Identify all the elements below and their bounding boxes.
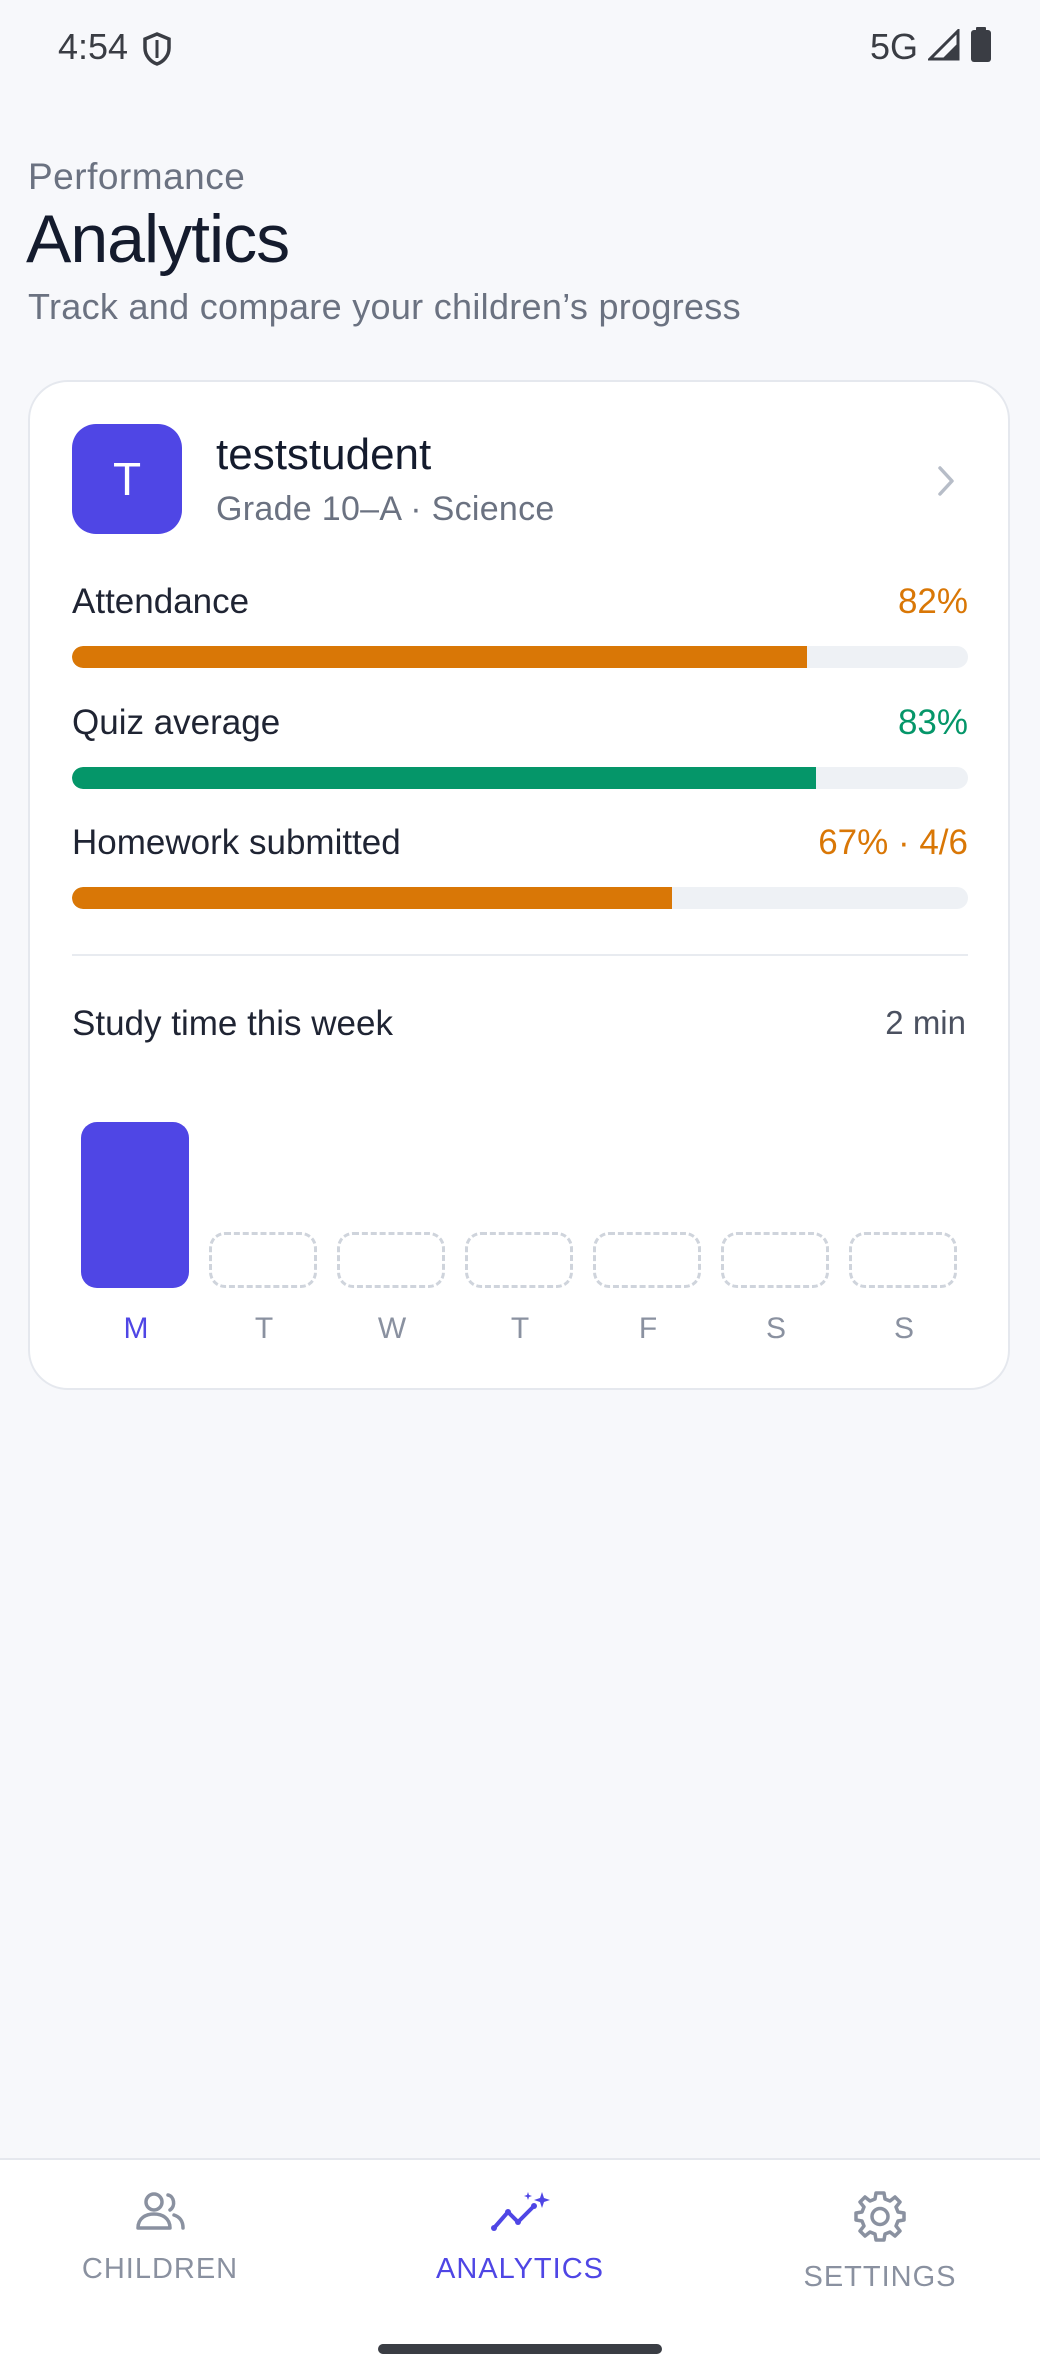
student-card[interactable]: T teststudent Grade 10–A · Science Atten… [28,380,1010,1390]
progress-track [72,646,968,668]
metric-label: Attendance [72,582,250,621]
bottom-nav: CHILDREN ANALYTICS SETTINGS [0,2158,1040,2360]
children-icon [30,2190,290,2239]
nav-analytics[interactable]: ANALYTICS [390,2190,650,2286]
metric-value: 83% [897,703,968,742]
status-time: 4:54 [58,26,129,67]
page-eyebrow: Performance [28,156,246,197]
metric-label: Homework submitted [72,823,401,862]
day-bar-slot: T [465,1122,575,1352]
homework-metric: Homework submitted 67% · 4/6 [72,823,968,913]
student-name: teststudent [216,430,432,479]
day-bar-slot: S [721,1122,831,1352]
metric-label: Quiz average [72,703,281,742]
day-label: S [893,1312,914,1345]
study-bar-empty [721,1232,829,1288]
study-bar-empty [465,1232,573,1288]
nav-children[interactable]: CHILDREN [30,2190,290,2286]
homework-progress-fill [72,887,673,909]
attendance-metric: Attendance 82% [72,582,968,672]
day-bar-slot: F [593,1122,703,1352]
day-bar-slot: M [81,1122,191,1352]
study-bar-empty [337,1232,445,1288]
home-indicator [378,2344,662,2354]
study-time-title: Study time this week [72,1004,393,1043]
analytics-icon [390,2190,650,2239]
study-bar [81,1122,189,1288]
day-label: T [254,1312,274,1345]
study-bar-empty [209,1232,317,1288]
day-label: S [765,1312,786,1345]
day-label: W [377,1312,407,1345]
day-bar-slot: T [209,1122,319,1352]
nav-label: CHILDREN [81,2253,239,2285]
battery-icon [970,26,992,68]
day-bar-slot: W [337,1122,447,1352]
signal-icon [926,26,960,66]
status-bar: 4:54 5G [0,0,1040,96]
attendance-progress-fill [72,646,807,668]
day-label: T [510,1312,530,1345]
settings-icon [750,2190,1010,2247]
study-bar-empty [593,1232,701,1288]
progress-track [72,887,968,909]
chevron-right-icon[interactable] [936,464,956,503]
divider [72,954,968,956]
shield-icon [142,32,172,71]
metric-value: 67% · 4/6 [818,823,968,862]
metric-value: 82% [897,582,968,621]
page-subtitle: Track and compare your children’s progre… [28,286,741,327]
nav-label: SETTINGS [803,2261,957,2293]
study-time-total: 2 min [885,1004,966,1041]
progress-track [72,767,968,789]
day-label: F [638,1312,658,1345]
nav-settings[interactable]: SETTINGS [750,2190,1010,2294]
nav-label: ANALYTICS [435,2253,604,2285]
page-title: Analytics [26,201,290,277]
quiz-average-metric: Quiz average 83% [72,703,968,793]
student-avatar: T [72,424,182,534]
study-time-chart: MTWTFSS [72,1122,968,1372]
day-label: M [123,1312,149,1345]
day-bar-slot: S [849,1122,959,1352]
quiz-progress-fill [72,767,816,789]
student-grade: Grade 10–A · Science [216,490,555,528]
network-type: 5G [869,26,918,67]
study-bar-empty [849,1232,957,1288]
